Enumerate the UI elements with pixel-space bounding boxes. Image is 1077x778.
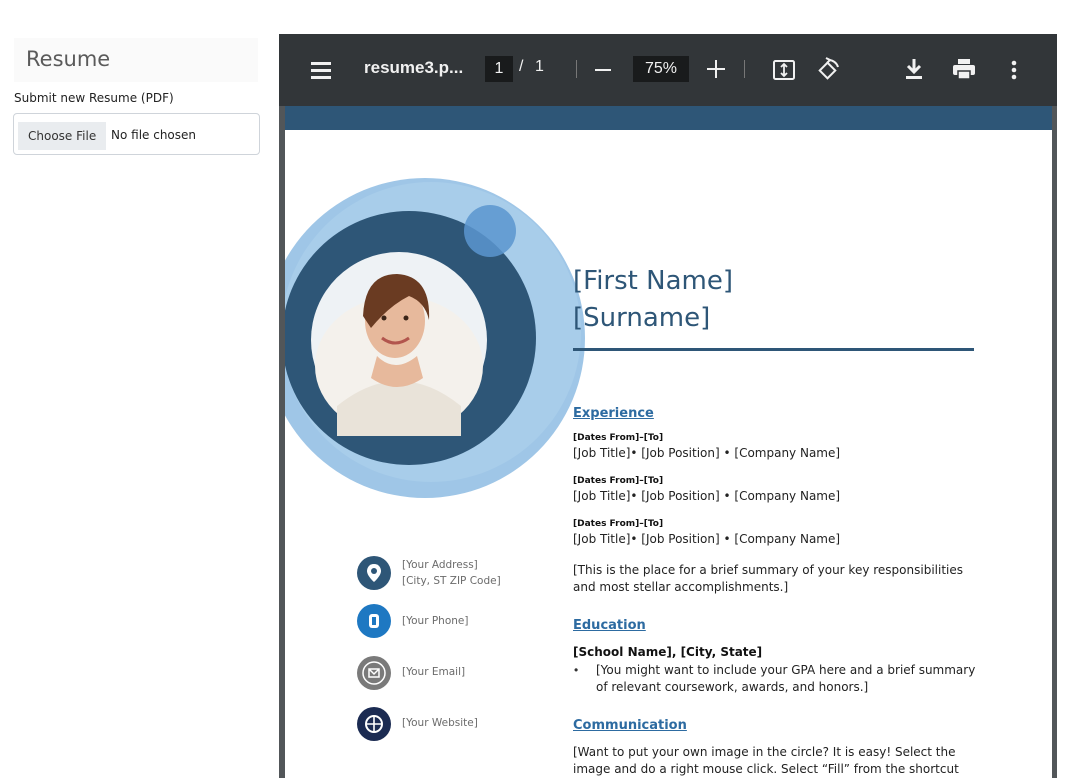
communication-heading: Communication xyxy=(573,718,687,733)
toolbar-divider xyxy=(744,60,745,78)
address-line-2: [City, ST ZIP Code] xyxy=(402,575,501,587)
job-line: [Job Title]• [Job Position] • [Company N… xyxy=(573,489,841,503)
first-name: [First Name] xyxy=(573,266,733,296)
phone-icon xyxy=(357,604,391,638)
envelope-icon xyxy=(357,656,391,690)
job-line: [Job Title]• [Job Position] • [Company N… xyxy=(573,446,841,460)
page-total: 1 xyxy=(535,58,544,75)
document-title: resume3.p... xyxy=(364,58,464,77)
rotate-icon[interactable] xyxy=(816,57,842,83)
location-pin-icon xyxy=(357,556,391,590)
menu-icon[interactable] xyxy=(309,58,333,82)
bullet-symbol: • xyxy=(574,663,579,677)
school-name: [School Name], [City, State] xyxy=(573,645,763,659)
page-separator: / xyxy=(519,58,524,75)
pdf-toolbar: resume3.p... 1 / 1 75% xyxy=(279,34,1057,106)
profile-circle-graphic xyxy=(285,178,585,498)
job-dates: [Dates From]–[To] xyxy=(573,476,664,486)
phone-text: [Your Phone] xyxy=(402,615,469,627)
job-line: [Job Title]• [Job Position] • [Company N… xyxy=(573,532,841,546)
job-dates: [Dates From]–[To] xyxy=(573,433,664,443)
pdf-viewer: resume3.p... 1 / 1 75% [Your Address] [C… xyxy=(279,34,1057,778)
email-text: [Your Email] xyxy=(402,666,466,678)
file-input[interactable]: Choose File No file chosen xyxy=(13,113,260,155)
summary-text: [This is the place for a brief summary o… xyxy=(573,563,963,594)
download-icon[interactable] xyxy=(902,56,926,82)
education-bullet: [You might want to include your GPA here… xyxy=(596,663,976,694)
more-vertical-icon[interactable] xyxy=(1004,58,1024,82)
toolbar-divider xyxy=(576,60,577,78)
education-heading: Education xyxy=(573,618,646,633)
print-icon[interactable] xyxy=(951,56,977,82)
surname: [Surname] xyxy=(573,303,711,333)
file-status: No file chosen xyxy=(111,128,197,142)
globe-icon xyxy=(357,707,391,741)
choose-file-button[interactable]: Choose File xyxy=(18,122,107,150)
zoom-out-button[interactable] xyxy=(595,69,611,71)
fit-to-page-icon[interactable] xyxy=(772,59,796,81)
upload-label: Submit new Resume (PDF) xyxy=(14,91,174,105)
resume-upload-panel: Resume Submit new Resume (PDF) Choose Fi… xyxy=(0,0,270,778)
name-underline xyxy=(573,348,974,351)
job-dates: [Dates From]–[To] xyxy=(573,519,664,529)
page-number-input[interactable]: 1 xyxy=(485,56,513,82)
address-line-1: [Your Address] xyxy=(402,559,478,571)
panel-title: Resume xyxy=(14,38,258,82)
zoom-input[interactable]: 75% xyxy=(633,56,689,82)
communication-text: [Want to put your own image in the circl… xyxy=(573,745,959,776)
pdf-page: [Your Address] [City, ST ZIP Code] [Your… xyxy=(285,106,1052,778)
zoom-in-button[interactable] xyxy=(707,60,725,78)
website-text: [Your Website] xyxy=(402,717,478,729)
experience-heading: Experience xyxy=(573,406,654,421)
